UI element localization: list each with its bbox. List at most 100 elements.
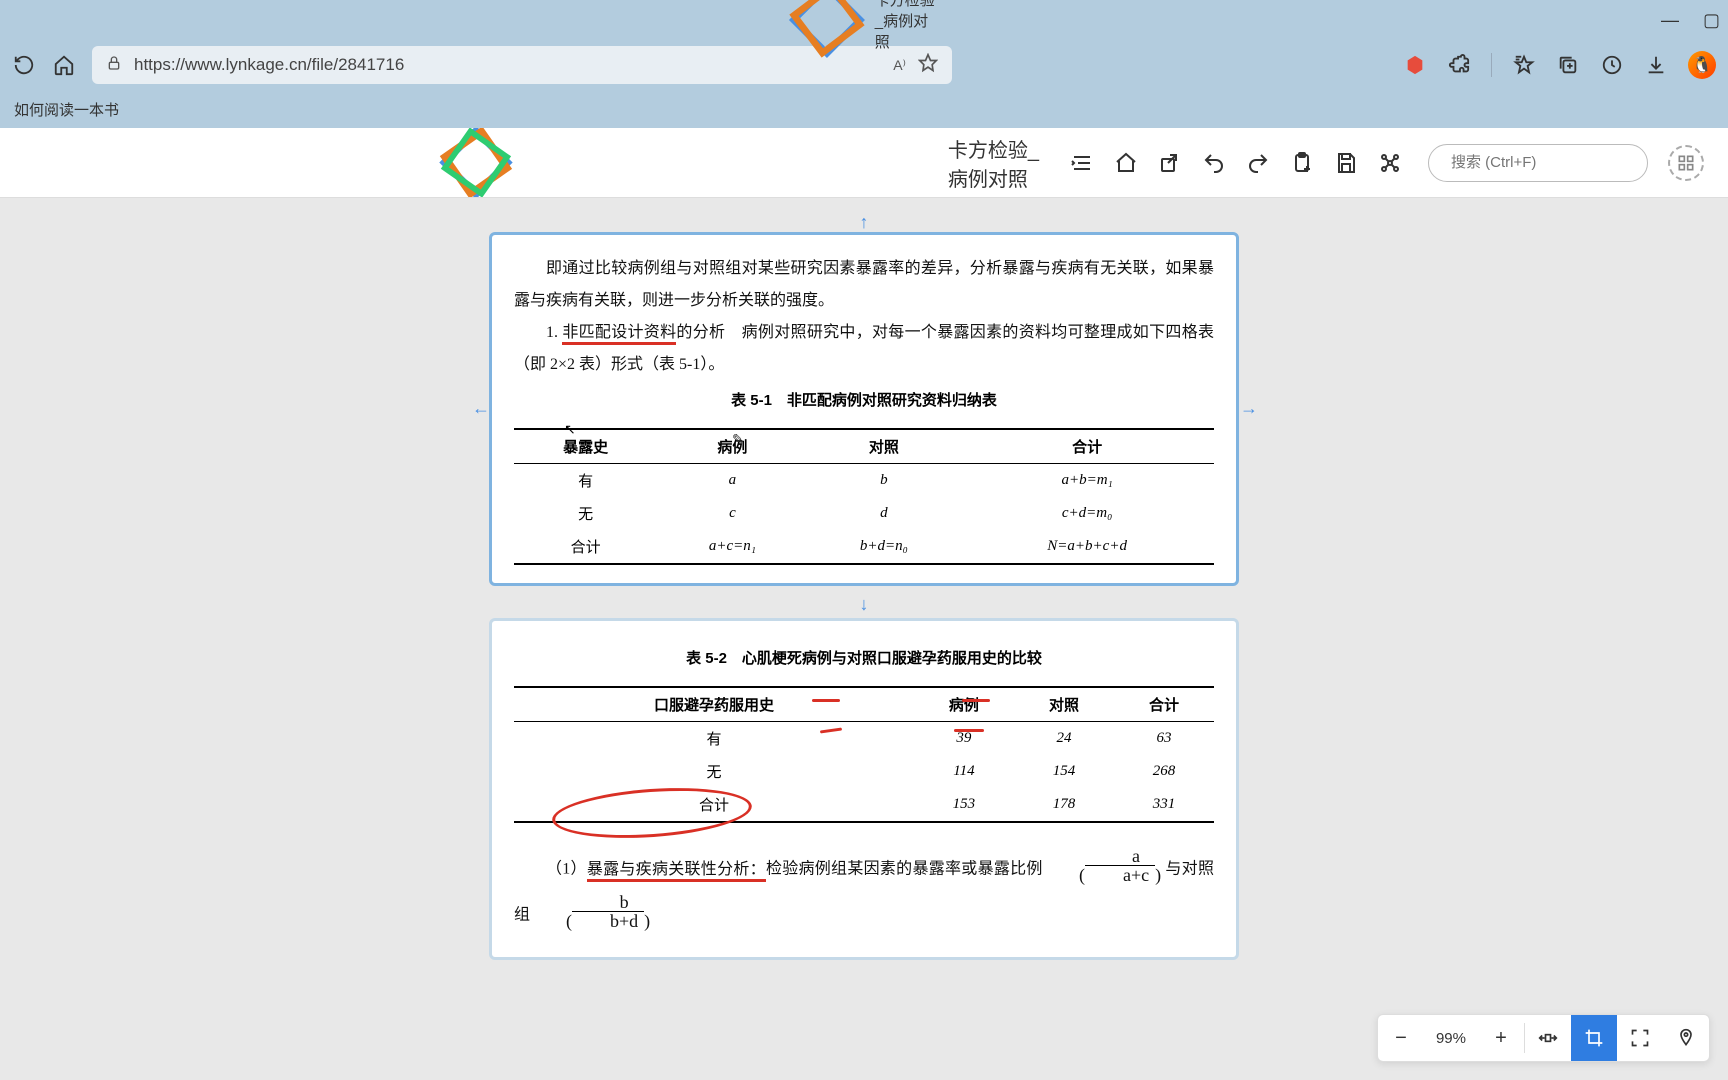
t1h0: 暴露史 — [514, 429, 657, 464]
card1-body: 即通过比较病例组与对照组对某些研究因素暴露率的差异，分析暴露与疾病有无关联，如果… — [514, 253, 1214, 381]
bookmark-item[interactable]: 如何阅读一本书 — [14, 99, 119, 120]
red-mark-4 — [954, 729, 984, 732]
search-input[interactable] — [1451, 154, 1650, 171]
home2-icon — [1114, 151, 1138, 175]
locate-button[interactable] — [1668, 145, 1704, 181]
app-right-slot — [1668, 145, 1704, 181]
app-logo-icon — [787, 0, 867, 60]
redo-button[interactable] — [1246, 149, 1270, 177]
t1r0c0: 有 — [514, 464, 657, 498]
star-outline-icon — [1513, 54, 1535, 76]
red-mark-1 — [812, 699, 840, 702]
pin-icon — [1676, 1028, 1696, 1048]
connector-arrow-right[interactable]: → — [1240, 398, 1258, 419]
t1r1c3: c+d=m₀ — [960, 497, 1214, 530]
home-icon — [53, 54, 75, 76]
home2-button[interactable] — [1114, 149, 1138, 177]
reload-icon — [13, 54, 35, 76]
history-button[interactable] — [1600, 53, 1624, 77]
graph-button[interactable] — [1378, 149, 1402, 177]
window-title-group: 卡方检验_病例对照 — [787, 0, 941, 60]
home-button[interactable] — [52, 53, 76, 77]
t1r1c1: c — [657, 497, 807, 530]
t1r0c1: a — [657, 464, 807, 498]
graph-icon — [1378, 151, 1402, 175]
undo-button[interactable] — [1202, 149, 1226, 177]
fraction2: (bb+d) — [534, 893, 650, 939]
t2h0: 口服避孕药服用史 — [514, 687, 914, 722]
zoom-out-button[interactable]: − — [1378, 1015, 1424, 1061]
card1-underlined: 非匹配设计资料 — [562, 324, 676, 345]
card1-para1: 即通过比较病例组与对照组对某些研究因素暴露率的差异，分析暴露与疾病有无关联，如果… — [514, 253, 1214, 317]
undo-icon — [1202, 151, 1226, 175]
history-icon — [1601, 54, 1623, 76]
search-box[interactable] — [1428, 144, 1648, 182]
fullscreen-button[interactable] — [1617, 1015, 1663, 1061]
extensions-button[interactable] — [1447, 53, 1471, 77]
table1: 暴露史 病例 对照 合计 有 a b a+b=m₁ 无 c d c+d=m₀ 合… — [514, 428, 1214, 565]
t1r2c2: b+d=n₀ — [807, 530, 960, 564]
card2-analysis-line: （1）暴露与疾病关联性分析：检验病例组某因素的暴露率或暴露比例 (aa+c) 与… — [514, 847, 1214, 939]
edit-annotation-icon[interactable]: ✎ — [732, 431, 744, 448]
app-toolbar: 卡方检验_病例对照 — [0, 128, 1728, 198]
adblock-icon[interactable] — [1403, 53, 1427, 77]
bookmark-bar: 如何阅读一本书 — [0, 90, 1728, 128]
card2-analysis: （1）暴露与疾病关联性分析：检验病例组某因素的暴露率或暴露比例 (aa+c) 与… — [514, 847, 1214, 939]
t2h2: 对照 — [1014, 687, 1114, 722]
table1-caption: 表 5-1 非匹配病例对照研究资料归纳表 — [514, 381, 1214, 418]
share-button[interactable] — [1158, 149, 1182, 177]
note-card-2[interactable]: 表 5-2 心肌梗死病例与对照口服避孕药服用史的比较 口服避孕药服用史 病例 对… — [489, 618, 1239, 960]
zoom-in-button[interactable]: + — [1478, 1015, 1524, 1061]
note-card-1[interactable]: 即通过比较病例组与对照组对某些研究因素暴露率的差异，分析暴露与疾病有无关联，如果… — [489, 232, 1239, 586]
puzzle-icon — [1448, 54, 1470, 76]
crop-icon — [1584, 1028, 1604, 1048]
window-title: 卡方检验_病例对照 — [875, 0, 941, 52]
outline-icon — [1070, 151, 1094, 175]
card2-rest: 检验病例组某因素的暴露率或暴露比例 — [766, 861, 1043, 878]
minimize-button[interactable]: — — [1661, 10, 1679, 31]
lock-icon — [106, 55, 122, 76]
t1r2c1: a+c=n₁ — [657, 530, 807, 564]
clipboard-icon — [1290, 151, 1314, 175]
connector-arrow-down[interactable]: ↓ — [860, 594, 869, 615]
document-title: 卡方检验_病例对照 — [948, 134, 1040, 192]
t1r1c0: 无 — [514, 497, 657, 530]
t1r0c3: a+b=m₁ — [960, 464, 1214, 498]
fit-width-button[interactable] — [1525, 1015, 1571, 1061]
locate-node-button[interactable] — [1663, 1015, 1709, 1061]
canvas-area[interactable]: ↑ ↓ ← → 即通过比较病例组与对照组对某些研究因素暴露率的差异，分析暴露与疾… — [0, 198, 1728, 1080]
download-icon — [1645, 54, 1667, 76]
red-mark-2 — [962, 699, 990, 702]
share-icon — [1158, 151, 1182, 175]
t2r2c3: 331 — [1114, 788, 1214, 822]
profile-avatar[interactable]: 🐧 — [1688, 51, 1716, 79]
url-text: https://www.lynkage.cn/file/2841716 — [134, 55, 881, 75]
outline-button[interactable] — [1070, 149, 1094, 177]
t1h3: 合计 — [960, 429, 1214, 464]
t2r1c1: 114 — [914, 755, 1014, 788]
collections-button[interactable] — [1556, 53, 1580, 77]
save-button[interactable] — [1334, 149, 1358, 177]
t2h1: 病例 — [914, 687, 1014, 722]
crop-button[interactable] — [1571, 1015, 1617, 1061]
collections-icon — [1557, 54, 1579, 76]
cursor-pointer-icon: ↖ — [564, 421, 576, 438]
app-logo[interactable] — [24, 128, 928, 197]
t1r2c3: N=a+b+c+d — [960, 530, 1214, 564]
zoom-toolbar: − 99% + — [1377, 1014, 1710, 1062]
downloads-button[interactable] — [1644, 53, 1668, 77]
reload-button[interactable] — [12, 53, 36, 77]
save-icon — [1334, 151, 1358, 175]
t2r0c3: 63 — [1114, 722, 1214, 756]
table2-caption: 表 5-2 心肌梗死病例与对照口服避孕药服用史的比较 — [514, 639, 1214, 676]
connector-arrow-up[interactable]: ↑ — [860, 212, 869, 233]
t2r2c2: 178 — [1014, 788, 1114, 822]
clipboard-button[interactable] — [1290, 149, 1314, 177]
t2r2c1: 153 — [914, 788, 1014, 822]
connector-arrow-left[interactable]: ← — [472, 398, 490, 419]
t2r0c0: 有 — [514, 722, 914, 756]
t2r1c0: 无 — [514, 755, 914, 788]
maximize-button[interactable]: ▢ — [1703, 10, 1720, 31]
favorites-list-button[interactable] — [1512, 53, 1536, 77]
divider — [1491, 53, 1492, 77]
